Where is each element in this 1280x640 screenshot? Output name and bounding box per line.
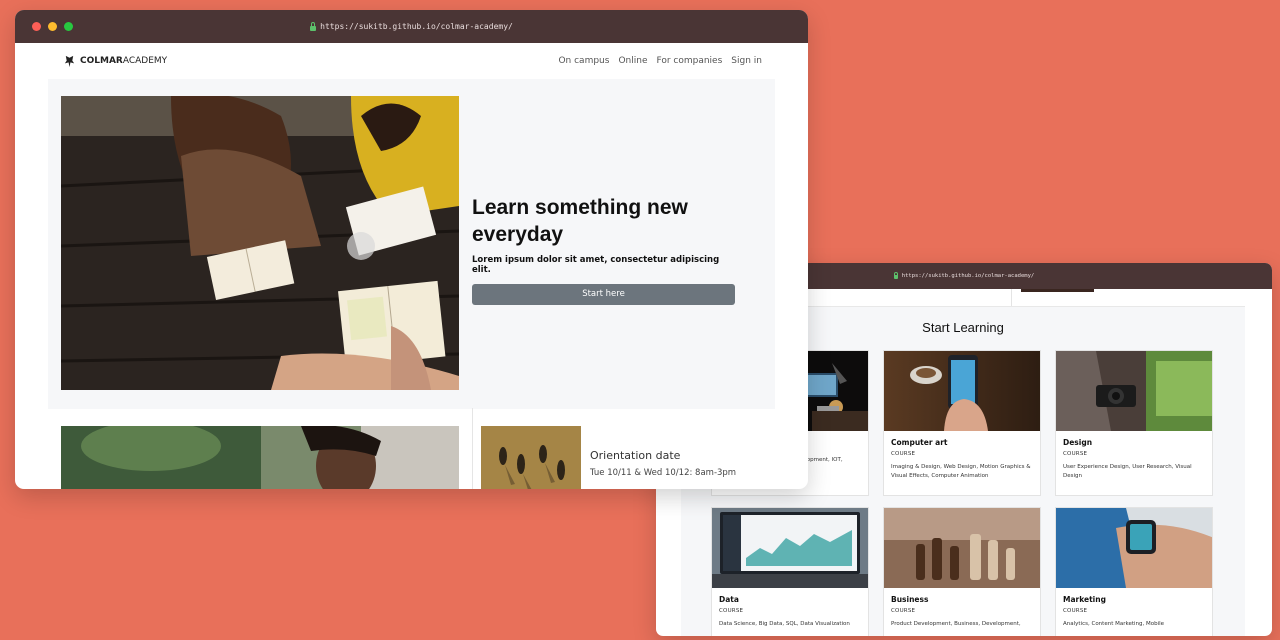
course-title: Data [719,595,739,604]
nav-on-campus[interactable]: On campus [558,56,609,66]
url-text: https://sukitb.github.io/colmar-academy/ [901,273,1035,279]
address-bar[interactable]: https://sukitb.github.io/colmar-academy/ [310,21,513,31]
minimize-window-button[interactable] [48,22,57,31]
course-image [884,351,1040,431]
course-title: Design [1063,438,1093,447]
course-image [1056,351,1212,431]
course-kind: COURSE [891,608,916,614]
lock-icon [310,21,317,31]
course-image [712,508,868,588]
course-card-design[interactable]: Design COURSE User Experience Design, Us… [1055,350,1213,496]
brand-name-light: ACADEMY [122,56,168,66]
course-title: Marketing [1063,595,1106,604]
nav-for-companies[interactable]: For companies [656,56,722,66]
course-description: Analytics, Content Marketing, Mobile [1063,621,1165,627]
maximize-window-button[interactable] [64,22,73,31]
course-card-marketing[interactable]: Marketing COURSE Analytics, Content Mark… [1055,507,1213,636]
nav-sign-in[interactable]: Sign in [731,56,762,66]
course-card-business[interactable]: Business COURSE Product Development, Bus… [883,507,1041,636]
course-kind: COURSE [1063,451,1088,457]
course-image [884,508,1040,588]
course-card-computer-art[interactable]: Computer art COURSE Imaging & Design, We… [883,350,1041,496]
section-divider [472,408,473,489]
hero-subtitle: Lorem ipsum dolor sit amet, consectetur … [472,254,720,275]
course-kind: COURSE [719,608,744,614]
lock-icon [893,272,898,279]
nav-online[interactable]: Online [618,56,647,66]
url-text: https://sukitb.github.io/colmar-academy/ [320,22,513,31]
lion-crest-icon [64,55,75,67]
browser-window-home: https://sukitb.github.io/colmar-academy/… [15,10,808,489]
course-description: Product Development, Business, Developme… [891,621,1021,627]
orientation-date: Tue 10/11 & Wed 10/12: 8am-3pm [590,468,737,478]
start-here-button[interactable]: Start here [472,283,735,305]
title-bar: https://sukitb.github.io/colmar-academy/ [15,10,808,43]
hero-section: Learn something new everyday Lorem ipsum… [48,79,775,409]
site-navbar: COLMARACADEMY On campus Online For compa… [15,43,808,79]
orientation-info: Orientation date Tue 10/11 & Wed 10/12: … [590,449,736,478]
orientation-title: Orientation date [590,449,681,462]
course-image [1056,508,1212,588]
course-kind: COURSE [891,451,916,457]
close-window-button[interactable] [32,22,41,31]
course-kind: COURSE [1063,608,1088,614]
course-title: Computer art [891,438,948,447]
student-image [61,426,459,489]
course-description: User Experience Design, User Research, V… [1063,464,1192,479]
orientation-image [481,426,581,489]
brand-name-bold: COLMAR [80,56,123,66]
course-description: Imaging & Design, Web Design, Motion Gra… [891,464,1031,479]
hero-image [61,96,459,390]
address-bar[interactable]: https://sukitb.github.io/colmar-academy/ [893,272,1035,279]
course-title: Business [891,595,929,604]
hero-title: Learn something new everyday [472,196,688,246]
course-description: Data Science, Big Data, SQL, Data Visual… [719,621,850,627]
brand-logo[interactable]: COLMARACADEMY [63,55,167,68]
course-card-data[interactable]: Data COURSE Data Science, Big Data, SQL,… [711,507,869,636]
